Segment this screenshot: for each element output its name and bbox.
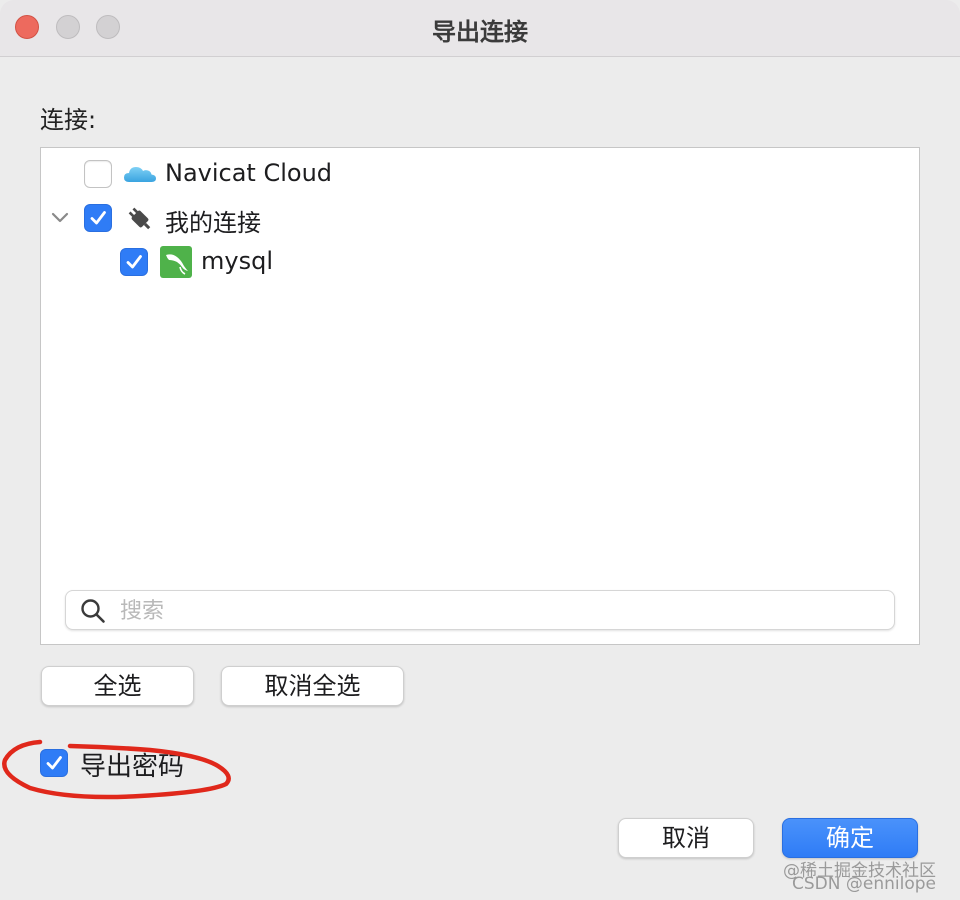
mysql-checkbox[interactable] — [120, 248, 148, 276]
watermark-line2: CSDN @ennilope — [792, 874, 936, 894]
ok-button[interactable]: 确定 — [782, 818, 918, 858]
select-all-button[interactable]: 全选 — [41, 666, 194, 706]
tree-item-label: mysql — [201, 247, 273, 275]
tree-item-mysql[interactable]: mysql — [41, 244, 911, 280]
tree-item-label: Navicat Cloud — [165, 159, 333, 187]
chevron-down-icon[interactable] — [49, 207, 71, 229]
connection-tree: Navicat Cloud 我的连接 mysql 搜索 — [40, 147, 920, 645]
export-connections-dialog: 导出连接 连接: Navicat Cloud 我的连接 mysql 搜索 全选 … — [0, 0, 960, 900]
cancel-button[interactable]: 取消 — [618, 818, 754, 858]
checkmark-icon — [90, 211, 106, 225]
plug-icon — [123, 202, 157, 236]
navicat-cloud-checkbox[interactable] — [84, 160, 112, 188]
mysql-dolphin-icon — [159, 245, 193, 279]
search-box — [65, 590, 895, 630]
search-input[interactable] — [118, 595, 882, 627]
my-connections-checkbox[interactable] — [84, 204, 112, 232]
search-icon — [80, 598, 106, 628]
tree-item-navicat-cloud[interactable]: Navicat Cloud — [41, 156, 911, 192]
red-annotation-circle — [2, 739, 231, 800]
deselect-all-button[interactable]: 取消全选 — [221, 666, 404, 706]
tree-item-label: 我的连接 — [165, 209, 261, 237]
cloud-icon — [123, 158, 157, 192]
title-bar: 导出连接 — [0, 0, 960, 57]
tree-item-my-connections[interactable]: 我的连接 — [41, 200, 911, 237]
window-title: 导出连接 — [432, 18, 528, 46]
checkmark-icon — [126, 255, 142, 269]
connections-label: 连接: — [40, 106, 97, 134]
